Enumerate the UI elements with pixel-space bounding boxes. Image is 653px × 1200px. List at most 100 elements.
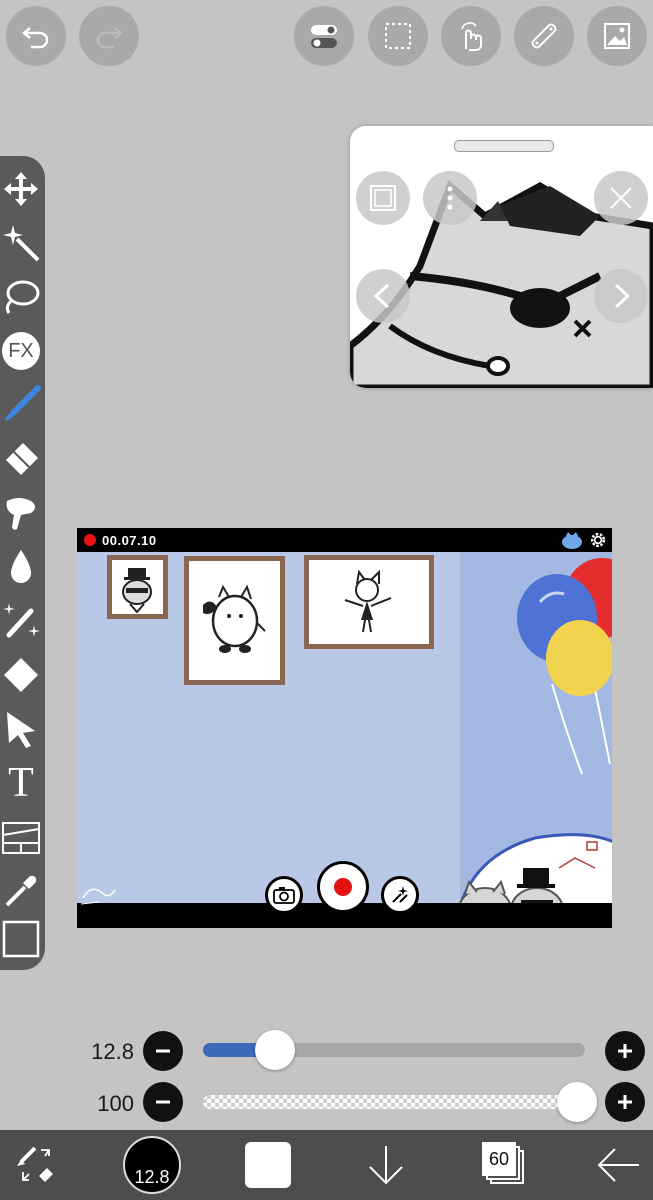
- import-button[interactable]: [358, 1130, 414, 1200]
- color-swatch-icon: [245, 1142, 291, 1188]
- canvas-tool[interactable]: [0, 914, 42, 964]
- eyedropper-icon: [5, 875, 37, 907]
- brush-size-badge: 12.8: [134, 1167, 170, 1187]
- reference-image-button[interactable]: [587, 6, 647, 66]
- fx-tool[interactable]: FX: [0, 326, 42, 376]
- lasso-icon: [5, 280, 40, 314]
- brush-settings-button[interactable]: [8, 1130, 64, 1200]
- recording-indicator: [84, 534, 96, 546]
- brush-size-decrease-button[interactable]: [143, 1031, 183, 1071]
- smudge-tool[interactable]: [0, 488, 42, 538]
- opacity-decrease-button[interactable]: [143, 1082, 183, 1122]
- panel-drag-handle[interactable]: [454, 140, 554, 152]
- toggle-settings-icon: [311, 25, 337, 48]
- magic-wand-icon: [3, 225, 40, 262]
- recording-bar: 00.07.10: [77, 528, 612, 552]
- fx-icon: FX: [2, 332, 40, 370]
- cat-hat-drawing: [122, 568, 152, 614]
- minus-icon: [156, 1100, 170, 1104]
- navigator-panel[interactable]: [350, 126, 653, 388]
- brush-size-icon: 12.8: [123, 1136, 181, 1194]
- more-vertical-icon: [447, 186, 453, 210]
- dancing-cat-drawing: [344, 569, 392, 633]
- text-tool[interactable]: T: [0, 758, 42, 808]
- record-dot-icon: [334, 878, 352, 896]
- panel-prev-button[interactable]: [356, 269, 410, 323]
- opacity-knob[interactable]: [557, 1082, 597, 1122]
- toggle-settings-button[interactable]: [294, 6, 354, 66]
- record-button[interactable]: [317, 861, 369, 913]
- image-icon: [604, 23, 630, 49]
- effects-toggle-button[interactable]: [381, 876, 419, 914]
- picture-frame-medium: [184, 556, 285, 685]
- bird-icon[interactable]: [560, 530, 584, 550]
- picture-frame-small: [107, 555, 168, 619]
- eyedropper-tool[interactable]: [0, 866, 42, 916]
- selection-button[interactable]: [368, 6, 428, 66]
- layer-canvas-icon: [2, 920, 40, 958]
- opacity-slider[interactable]: [203, 1082, 597, 1122]
- undo-icon: [22, 27, 49, 49]
- panel-more-button[interactable]: [423, 171, 477, 225]
- round-cat-drawing: [203, 584, 266, 653]
- touch-button[interactable]: [441, 6, 501, 66]
- move-tool[interactable]: [0, 164, 42, 214]
- eraser-tool[interactable]: [0, 434, 42, 484]
- opacity-increase-button[interactable]: [605, 1082, 645, 1122]
- move-tool-icon: [4, 172, 38, 206]
- minus-icon: [156, 1049, 170, 1053]
- brush-size-button[interactable]: 12.8: [120, 1130, 184, 1200]
- panel-close-button[interactable]: [594, 171, 648, 225]
- sparkle-wand-icon: [392, 886, 408, 903]
- brush-size-knob[interactable]: [255, 1030, 295, 1070]
- fill-shape-tool[interactable]: [0, 650, 42, 700]
- camera-icon: [273, 887, 295, 904]
- color-button[interactable]: [240, 1130, 296, 1200]
- effect-brush-tool[interactable]: [0, 596, 42, 646]
- magic-wand-tool[interactable]: [0, 218, 42, 268]
- picture-frame-large: [304, 555, 434, 649]
- undo-button[interactable]: [6, 6, 66, 66]
- recording-time: 00.07.10: [102, 532, 157, 548]
- plus-icon: [618, 1095, 632, 1109]
- frame-divider-tool[interactable]: [0, 812, 42, 862]
- import-down-icon: [369, 1146, 403, 1185]
- bottom-bar: 12.8 60: [0, 1130, 653, 1200]
- effects-icon: [3, 603, 40, 638]
- balloons: [517, 558, 612, 775]
- redo-icon: [96, 27, 123, 49]
- chevron-right-icon: [614, 283, 631, 309]
- fx-label: FX: [8, 339, 34, 362]
- brush-size-increase-button[interactable]: [605, 1031, 645, 1071]
- select-arrow-tool[interactable]: [0, 704, 42, 754]
- bucket-icon: [11, 550, 31, 583]
- close-icon: [610, 187, 632, 209]
- layers-icon: 60: [482, 1142, 526, 1188]
- select-arrow-icon: [7, 712, 35, 748]
- brush-tool[interactable]: [0, 380, 42, 430]
- drawing-canvas[interactable]: 00.07.10: [77, 528, 612, 928]
- left-toolbar: FX T: [0, 156, 45, 970]
- brush-settings-icon: [17, 1146, 53, 1182]
- text-tool-icon: T: [8, 760, 34, 806]
- signature-mark: [80, 888, 116, 905]
- redo-button[interactable]: [79, 6, 139, 66]
- eraser-icon: [6, 443, 38, 475]
- screenshot-button[interactable]: [265, 876, 303, 914]
- plus-icon: [618, 1044, 632, 1058]
- ruler-icon: [531, 23, 557, 49]
- lasso-tool[interactable]: [0, 272, 42, 322]
- back-button[interactable]: [590, 1130, 646, 1200]
- frame-divider-icon: [2, 822, 40, 854]
- panel-fit-button[interactable]: [356, 171, 410, 225]
- brush-size-slider[interactable]: [203, 1030, 585, 1070]
- bucket-tool[interactable]: [0, 542, 42, 592]
- navigator-preview: [350, 126, 653, 388]
- brush-icon: [5, 385, 41, 421]
- back-arrow-icon: [597, 1148, 639, 1182]
- layers-button[interactable]: 60: [476, 1130, 532, 1200]
- ruler-button[interactable]: [514, 6, 574, 66]
- panel-next-button[interactable]: [594, 269, 648, 323]
- layers-count: 60: [488, 1148, 510, 1169]
- gear-icon[interactable]: [588, 530, 608, 550]
